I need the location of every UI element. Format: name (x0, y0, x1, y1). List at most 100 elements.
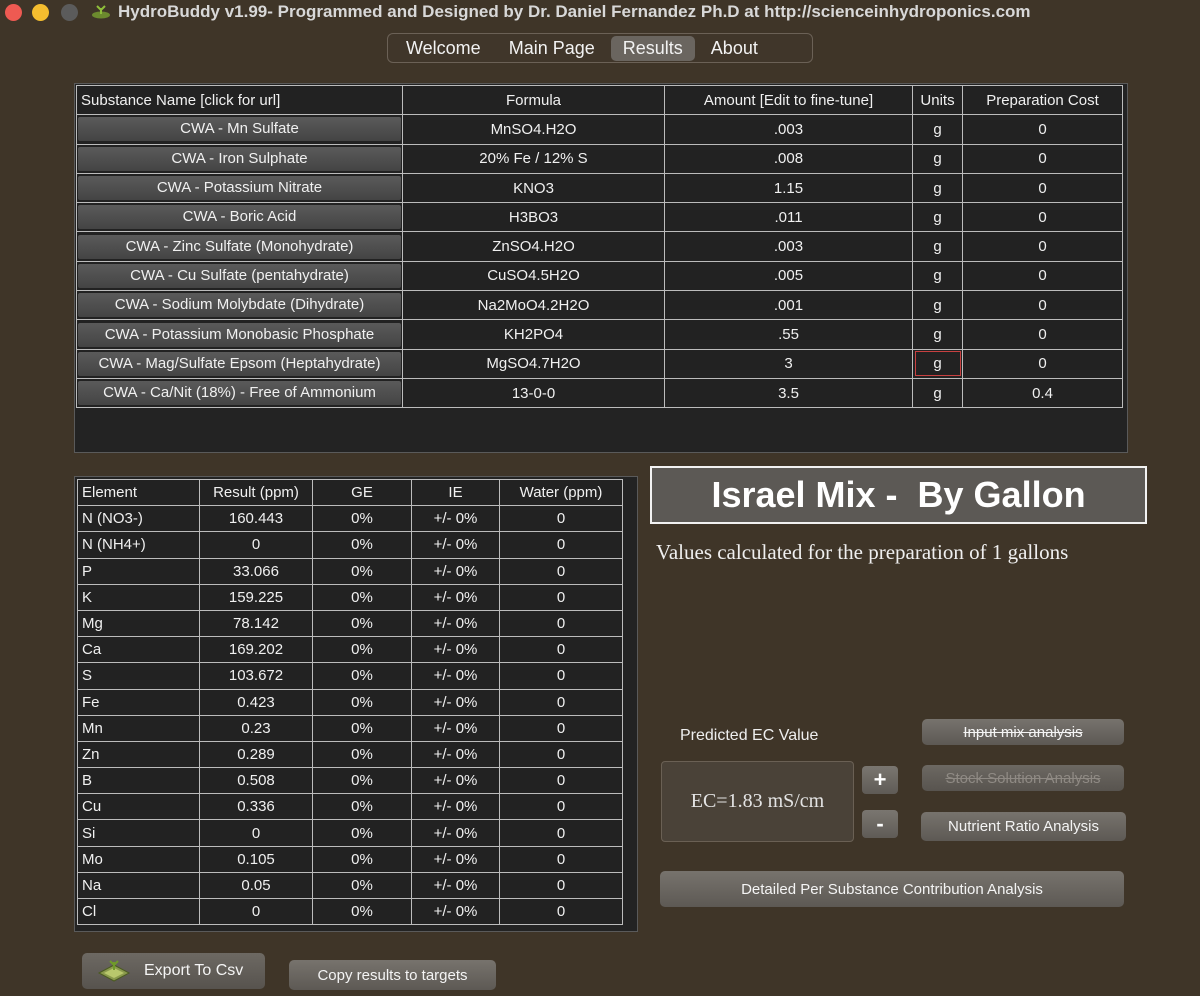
table-row: Mg 78.142 0% +/- 0% 0 (77, 609, 623, 638)
formula-cell: MgSO4.7H2O (402, 348, 665, 379)
col-header-water[interactable]: Water (ppm) (499, 478, 623, 507)
input-mix-analysis-button[interactable]: Input mix analysis (922, 719, 1124, 745)
units-cell[interactable]: g (912, 260, 963, 292)
amount-cell[interactable]: 3.5 (664, 377, 913, 409)
detailed-contribution-analysis-button[interactable]: Detailed Per Substance Contribution Anal… (660, 871, 1124, 907)
water-cell: 0 (499, 583, 623, 611)
water-cell: 0 (499, 531, 623, 559)
units-cell[interactable]: g (912, 172, 963, 204)
units-cell[interactable]: g (912, 319, 963, 350)
minimize-window-button[interactable] (32, 4, 49, 21)
col-header-element[interactable]: Element (77, 478, 200, 507)
tab-results[interactable]: Results (610, 35, 695, 61)
result-cell: 0.23 (199, 714, 313, 742)
table-row: CWA - Potassium Nitrate KNO3 1.15 g 0 (76, 172, 1123, 204)
substance-link-button[interactable]: CWA - Mag/Sulfate Epsom (Heptahydrate) (78, 351, 401, 376)
export-csv-button[interactable]: Export To Csv (82, 953, 265, 989)
stock-solution-analysis-button[interactable]: Stock Solution Analysis (922, 765, 1124, 791)
units-cell[interactable]: g (912, 114, 963, 145)
substance-link-button[interactable]: CWA - Cu Sulfate (pentahydrate) (78, 263, 401, 288)
ge-cell: 0% (312, 714, 412, 742)
tab-main-page[interactable]: Main Page (497, 36, 607, 61)
col-header-units[interactable]: Units (912, 84, 963, 116)
substance-link-button[interactable]: CWA - Potassium Nitrate (78, 176, 401, 201)
units-cell[interactable]: g (912, 377, 963, 409)
table-row: CWA - Mag/Sulfate Epsom (Heptahydrate) M… (76, 348, 1123, 379)
element-cell: P (77, 557, 200, 585)
units-cell[interactable]: g (912, 143, 963, 174)
amount-cell[interactable]: .003 (664, 231, 913, 262)
formula-cell: MnSO4.H2O (402, 114, 665, 145)
amount-cell[interactable]: .55 (664, 319, 913, 350)
result-cell: 0.423 (199, 688, 313, 716)
amount-cell[interactable]: 3 (664, 348, 913, 379)
substance-link-button[interactable]: CWA - Boric Acid (78, 205, 401, 230)
cost-cell: 0 (962, 260, 1123, 292)
table-row: Cu 0.336 0% +/- 0% 0 (77, 793, 623, 821)
ie-cell: +/- 0% (411, 714, 500, 742)
table-row: CWA - Ca/Nit (18%) - Free of Ammonium 13… (76, 377, 1123, 409)
ge-cell: 0% (312, 557, 412, 585)
ec-minus-button[interactable]: - (862, 810, 898, 838)
units-cell[interactable]: g (912, 202, 963, 233)
col-header-ie[interactable]: IE (411, 478, 500, 507)
table-row: CWA - Zinc Sulfate (Monohydrate) ZnSO4.H… (76, 231, 1123, 262)
substance-link-button[interactable]: CWA - Zinc Sulfate (Monohydrate) (78, 234, 401, 259)
col-header-formula[interactable]: Formula (402, 84, 665, 116)
substance-link-button[interactable]: CWA - Iron Sulphate (78, 146, 401, 171)
result-cell: 78.142 (199, 609, 313, 638)
nutrient-ratio-analysis-button[interactable]: Nutrient Ratio Analysis (921, 812, 1126, 841)
col-header-amount[interactable]: Amount [Edit to fine-tune] (664, 84, 913, 116)
tab-about[interactable]: About (699, 36, 770, 61)
ge-cell: 0% (312, 871, 412, 900)
ge-cell: 0% (312, 740, 412, 769)
col-header-substance[interactable]: Substance Name [click for url] (76, 84, 403, 116)
col-header-ge[interactable]: GE (312, 478, 412, 507)
ge-cell: 0% (312, 897, 412, 926)
substance-link-button[interactable]: CWA - Potassium Monobasic Phosphate (78, 322, 401, 347)
element-cell: Cl (77, 897, 200, 926)
close-window-button[interactable] (5, 4, 22, 21)
ge-cell: 0% (312, 583, 412, 611)
substance-link-button[interactable]: CWA - Sodium Molybdate (Dihydrate) (78, 293, 401, 318)
col-header-result[interactable]: Result (ppm) (199, 478, 313, 507)
table-row: N (NO3-) 160.443 0% +/- 0% 0 (77, 505, 623, 533)
amount-cell[interactable]: .005 (664, 260, 913, 292)
ie-cell: +/- 0% (411, 662, 500, 690)
units-cell[interactable]: g (912, 231, 963, 262)
amount-cell[interactable]: .003 (664, 114, 913, 145)
amount-cell[interactable]: 1.15 (664, 172, 913, 204)
table-row: Ca 169.202 0% +/- 0% 0 (77, 636, 623, 664)
amount-cell[interactable]: .001 (664, 290, 913, 321)
units-cell[interactable]: g (912, 290, 963, 321)
table-row: Zn 0.289 0% +/- 0% 0 (77, 740, 623, 769)
table-row: Cl 0 0% +/- 0% 0 (77, 897, 623, 926)
window-title: HydroBuddy v1.99- Programmed and Designe… (118, 2, 1031, 21)
table-row: Mo 0.105 0% +/- 0% 0 (77, 845, 623, 873)
substance-link-button[interactable]: CWA - Ca/Nit (18%) - Free of Ammonium (78, 381, 401, 406)
ie-cell: +/- 0% (411, 767, 500, 795)
units-cell-selected[interactable]: g (912, 348, 963, 379)
ge-cell: 0% (312, 793, 412, 821)
result-cell: 0 (199, 897, 313, 926)
ge-cell: 0% (312, 662, 412, 690)
maximize-window-button[interactable] (61, 4, 78, 21)
ie-cell: +/- 0% (411, 583, 500, 611)
ec-plus-button[interactable]: + (862, 766, 898, 794)
col-header-cost[interactable]: Preparation Cost (962, 84, 1123, 116)
formula-cell: H3BO3 (402, 202, 665, 233)
ie-cell: +/- 0% (411, 740, 500, 769)
values-calculated-text: Values calculated for the preparation of… (656, 540, 1069, 564)
ec-label: Predicted EC Value (680, 727, 819, 744)
copy-results-to-targets-button[interactable]: Copy results to targets (289, 960, 496, 990)
ge-cell: 0% (312, 609, 412, 638)
cost-cell: 0 (962, 231, 1123, 262)
substance-link-button[interactable]: CWA - Mn Sulfate (78, 117, 401, 142)
amount-cell[interactable]: .008 (664, 143, 913, 174)
tab-welcome[interactable]: Welcome (394, 36, 493, 61)
amount-cell[interactable]: .011 (664, 202, 913, 233)
substance-name-cell: CWA - Ca/Nit (18%) - Free of Ammonium (76, 377, 403, 409)
water-cell: 0 (499, 557, 623, 585)
water-cell: 0 (499, 609, 623, 638)
ec-value-display: EC=1.83 mS/cm (661, 761, 854, 842)
